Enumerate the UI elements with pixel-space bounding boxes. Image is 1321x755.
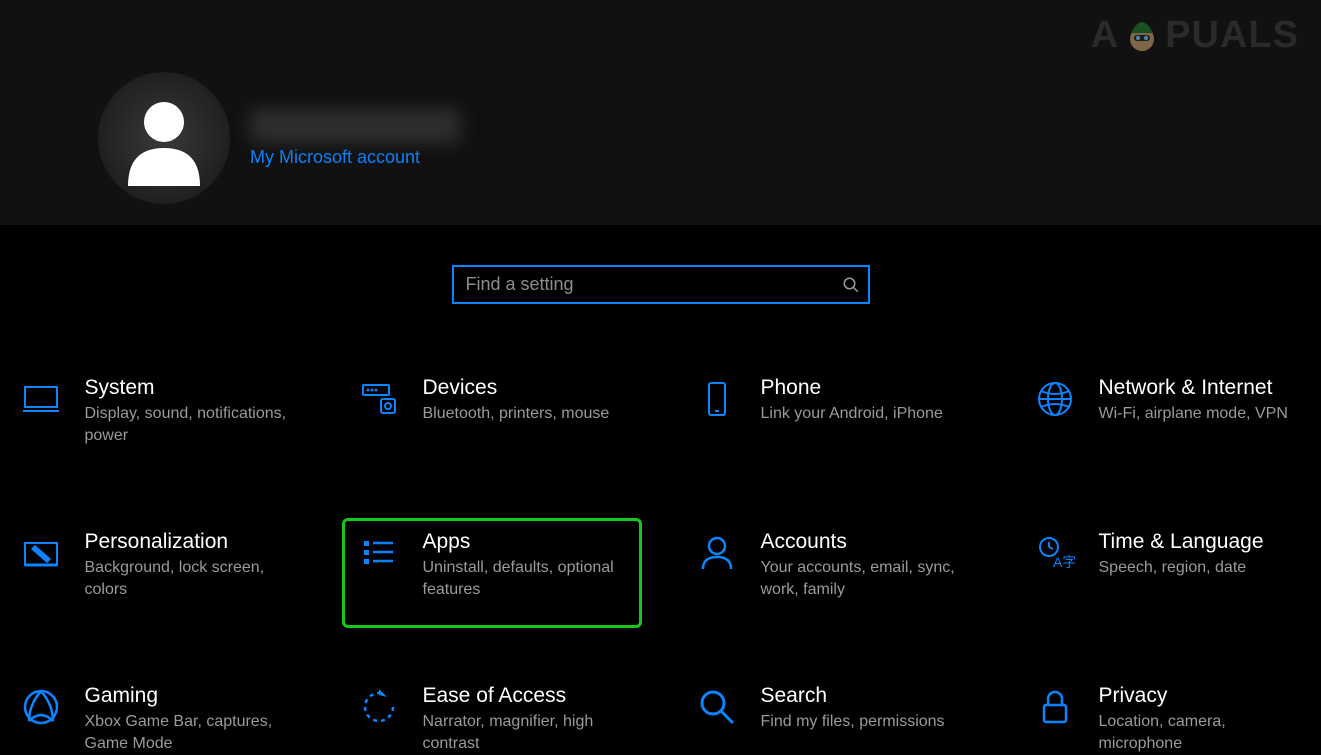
settings-grid: System Display, sound, notifications, po… [0, 364, 1321, 755]
tile-title: Personalization [85, 529, 289, 555]
tile-desc: Bluetooth, printers, mouse [423, 403, 610, 425]
tile-title: Gaming [85, 683, 289, 709]
watermark-text-left: A [1091, 14, 1119, 57]
tile-text: Ease of Access Narrator, magnifier, high… [423, 683, 627, 754]
tile-desc: Background, lock screen, colors [85, 557, 289, 600]
watermark-text-right: PUALS [1165, 14, 1299, 57]
tile-desc: Wi-Fi, airplane mode, VPN [1099, 403, 1288, 425]
microsoft-account-link[interactable]: My Microsoft account [250, 147, 460, 168]
watermark-logo: A PUALS [1091, 14, 1299, 57]
tile-text: Privacy Location, camera, microphone [1099, 683, 1303, 754]
tile-system[interactable]: System Display, sound, notifications, po… [4, 364, 304, 474]
tile-title: System [85, 375, 289, 401]
tile-desc: Your accounts, email, sync, work, family [761, 557, 965, 600]
tile-title: Search [761, 683, 945, 709]
tile-desc: Find my files, permissions [761, 711, 945, 733]
ease-of-access-icon [357, 685, 401, 729]
tile-desc: Location, camera, microphone [1099, 711, 1303, 754]
profile-name-blurred [250, 109, 460, 143]
tile-text: Phone Link your Android, iPhone [761, 375, 943, 425]
tile-desc: Speech, region, date [1099, 557, 1264, 579]
person-icon [116, 90, 212, 186]
search-icon [842, 276, 860, 294]
search-wrap [452, 265, 870, 304]
tile-gaming[interactable]: Gaming Xbox Game Bar, captures, Game Mod… [4, 672, 304, 755]
header-strip: A PUALS My Microsoft account [0, 0, 1321, 225]
tile-title: Network & Internet [1099, 375, 1288, 401]
tile-network[interactable]: Network & Internet Wi-Fi, airplane mode,… [1018, 364, 1318, 474]
system-icon [19, 377, 63, 421]
tile-title: Accounts [761, 529, 965, 555]
phone-icon [695, 377, 739, 421]
profile-text: My Microsoft account [250, 109, 460, 168]
devices-icon [357, 377, 401, 421]
tile-personalization[interactable]: Personalization Background, lock screen,… [4, 518, 304, 628]
tile-ease-of-access[interactable]: Ease of Access Narrator, magnifier, high… [342, 672, 642, 755]
avatar[interactable] [98, 72, 230, 204]
tile-desc: Uninstall, defaults, optional features [423, 557, 627, 600]
gaming-icon [19, 685, 63, 729]
tile-time-language[interactable]: A字 Time & Language Speech, region, date [1018, 518, 1318, 628]
tile-text: Accounts Your accounts, email, sync, wor… [761, 529, 965, 600]
tile-title: Devices [423, 375, 610, 401]
tile-title: Apps [423, 529, 627, 555]
tile-text: Devices Bluetooth, printers, mouse [423, 375, 610, 425]
tile-desc: Xbox Game Bar, captures, Game Mode [85, 711, 289, 754]
globe-icon [1033, 377, 1077, 421]
tile-devices[interactable]: Devices Bluetooth, printers, mouse [342, 364, 642, 474]
tile-desc: Narrator, magnifier, high contrast [423, 711, 627, 754]
tile-desc: Link your Android, iPhone [761, 403, 943, 425]
apps-icon [357, 531, 401, 575]
tile-phone[interactable]: Phone Link your Android, iPhone [680, 364, 980, 474]
tile-title: Privacy [1099, 683, 1303, 709]
tile-search[interactable]: Search Find my files, permissions [680, 672, 980, 755]
tile-text: Search Find my files, permissions [761, 683, 945, 733]
tile-text: Time & Language Speech, region, date [1099, 529, 1264, 579]
tile-title: Phone [761, 375, 943, 401]
tile-text: Gaming Xbox Game Bar, captures, Game Mod… [85, 683, 289, 754]
search-category-icon [695, 685, 739, 729]
tile-text: Personalization Background, lock screen,… [85, 529, 289, 600]
search-input[interactable] [452, 265, 870, 304]
tile-accounts[interactable]: Accounts Your accounts, email, sync, wor… [680, 518, 980, 628]
settings-body: System Display, sound, notifications, po… [0, 225, 1321, 755]
tile-text: Apps Uninstall, defaults, optional featu… [423, 529, 627, 600]
lock-icon [1033, 685, 1077, 729]
tile-text: Network & Internet Wi-Fi, airplane mode,… [1099, 375, 1288, 425]
profile-block: My Microsoft account [98, 72, 460, 204]
tile-privacy[interactable]: Privacy Location, camera, microphone [1018, 672, 1318, 755]
personalization-icon [19, 531, 63, 575]
tile-title: Time & Language [1099, 529, 1264, 555]
tile-apps[interactable]: Apps Uninstall, defaults, optional featu… [342, 518, 642, 628]
tile-desc: Display, sound, notifications, power [85, 403, 289, 446]
watermark-mascot-icon [1123, 15, 1161, 57]
tile-title: Ease of Access [423, 683, 627, 709]
time-language-icon: A字 [1033, 531, 1077, 575]
svg-text:A字: A字 [1053, 554, 1075, 570]
accounts-icon [695, 531, 739, 575]
tile-text: System Display, sound, notifications, po… [85, 375, 289, 446]
